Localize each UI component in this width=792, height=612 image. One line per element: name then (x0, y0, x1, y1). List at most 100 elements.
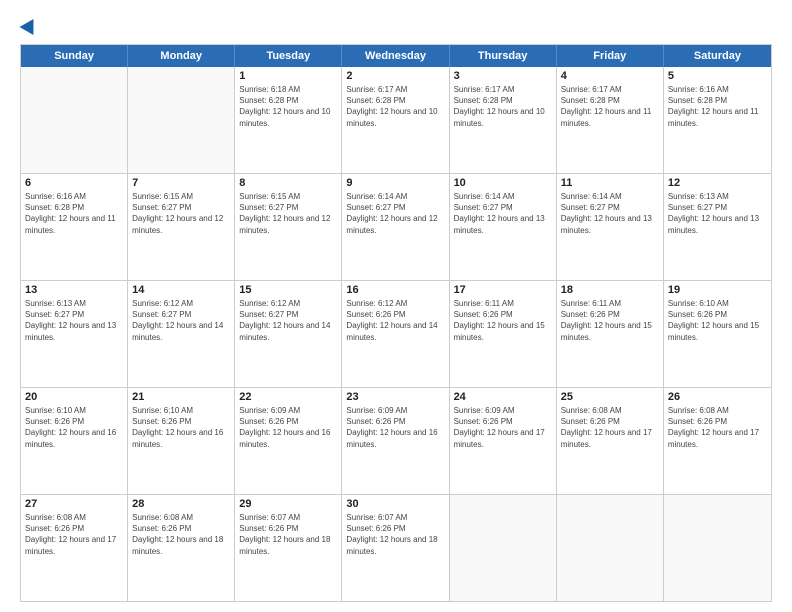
day-number: 2 (346, 70, 444, 82)
day-info: Sunrise: 6:07 AM Sunset: 6:26 PM Dayligh… (346, 512, 444, 557)
day-cell-4: 4Sunrise: 6:17 AM Sunset: 6:28 PM Daylig… (557, 67, 664, 173)
day-number: 13 (25, 284, 123, 296)
day-cell-13: 13 Sunrise: 6:13 AM Sunset: 6:27 PM Dayli… (21, 281, 128, 387)
day-info: Sunrise: 6:08 AM Sunset: 6:26 PM Dayligh… (132, 512, 230, 557)
day-cell-5: 5Sunrise: 6:16 AM Sunset: 6:28 PM Daylig… (664, 67, 771, 173)
day-cell-23: 23Sunrise: 6:09 AM Sunset: 6:26 PM Dayli… (342, 388, 449, 494)
day-number: 3 (454, 70, 552, 82)
day-info: Sunrise: 6:09 AM Sunset: 6:26 PM Dayligh… (454, 405, 552, 450)
day-cell-26: 26 Sunrise: 6:08 AM Sunset: 6:26 PM Dayli… (664, 388, 771, 494)
day-cell-16: 16 Sunrise: 6:12 AM Sunset: 6:26 PM Dayli… (342, 281, 449, 387)
weekday-header-monday: Monday (128, 45, 235, 67)
day-cell-9: 9 Sunrise: 6:14 AM Sunset: 6:27 PM Daylig… (342, 174, 449, 280)
calendar-row-4: 20 Sunrise: 6:10 AM Sunset: 6:26 PM Dayli… (21, 387, 771, 494)
day-number: 11 (561, 177, 659, 189)
day-number: 12 (668, 177, 767, 189)
day-number: 21 (132, 391, 230, 403)
day-number: 23 (346, 391, 444, 403)
day-info: Sunrise: 6:13 AM Sunset: 6:27 PM Dayligh… (25, 298, 123, 343)
day-info: Sunrise: 6:11 AM Sunset: 6:26 PM Dayligh… (454, 298, 552, 343)
day-number: 6 (25, 177, 123, 189)
day-number: 20 (25, 391, 123, 403)
day-cell-8: 8 Sunrise: 6:15 AM Sunset: 6:27 PM Daylig… (235, 174, 342, 280)
day-info: Sunrise: 6:16 AM Sunset: 6:28 PM Dayligh… (25, 191, 123, 236)
day-info: Sunrise: 6:12 AM Sunset: 6:27 PM Dayligh… (239, 298, 337, 343)
weekday-header-friday: Friday (557, 45, 664, 67)
day-cell-22: 22 Sunrise: 6:09 AM Sunset: 6:26 PM Dayli… (235, 388, 342, 494)
day-cell-30: 30 Sunrise: 6:07 AM Sunset: 6:26 PM Dayli… (342, 495, 449, 601)
day-info: Sunrise: 6:15 AM Sunset: 6:27 PM Dayligh… (132, 191, 230, 236)
day-cell-2: 2 Sunrise: 6:17 AM Sunset: 6:28 PM Daylig… (342, 67, 449, 173)
day-cell-15: 15 Sunrise: 6:12 AM Sunset: 6:27 PM Dayli… (235, 281, 342, 387)
empty-cell (128, 67, 235, 173)
day-cell-1: 1 Sunrise: 6:18 AM Sunset: 6:28 PM Daylig… (235, 67, 342, 173)
day-number: 29 (239, 498, 337, 510)
day-cell-19: 19Sunrise: 6:10 AM Sunset: 6:26 PM Dayli… (664, 281, 771, 387)
day-number: 17 (454, 284, 552, 296)
day-info: Sunrise: 6:16 AM Sunset: 6:28 PM Dayligh… (668, 84, 767, 129)
empty-cell (450, 495, 557, 601)
day-number: 22 (239, 391, 337, 403)
day-number: 1 (239, 70, 337, 82)
day-number: 24 (454, 391, 552, 403)
empty-cell (664, 495, 771, 601)
day-number: 30 (346, 498, 444, 510)
weekday-header-wednesday: Wednesday (342, 45, 449, 67)
calendar-header: SundayMondayTuesdayWednesdayThursdayFrid… (21, 45, 771, 67)
day-cell-7: 7Sunrise: 6:15 AM Sunset: 6:27 PM Daylig… (128, 174, 235, 280)
day-info: Sunrise: 6:14 AM Sunset: 6:27 PM Dayligh… (561, 191, 659, 236)
day-info: Sunrise: 6:10 AM Sunset: 6:26 PM Dayligh… (668, 298, 767, 343)
day-number: 10 (454, 177, 552, 189)
logo-triangle-icon (20, 15, 41, 35)
day-cell-27: 27 Sunrise: 6:08 AM Sunset: 6:26 PM Dayli… (21, 495, 128, 601)
day-info: Sunrise: 6:08 AM Sunset: 6:26 PM Dayligh… (25, 512, 123, 557)
day-number: 26 (668, 391, 767, 403)
weekday-header-saturday: Saturday (664, 45, 771, 67)
day-number: 4 (561, 70, 659, 82)
day-number: 16 (346, 284, 444, 296)
day-info: Sunrise: 6:08 AM Sunset: 6:26 PM Dayligh… (561, 405, 659, 450)
day-number: 18 (561, 284, 659, 296)
day-cell-18: 18 Sunrise: 6:11 AM Sunset: 6:26 PM Dayli… (557, 281, 664, 387)
day-number: 8 (239, 177, 337, 189)
header (20, 18, 772, 34)
weekday-header-sunday: Sunday (21, 45, 128, 67)
day-cell-3: 3 Sunrise: 6:17 AM Sunset: 6:28 PM Daylig… (450, 67, 557, 173)
day-number: 27 (25, 498, 123, 510)
day-info: Sunrise: 6:14 AM Sunset: 6:27 PM Dayligh… (346, 191, 444, 236)
weekday-header-thursday: Thursday (450, 45, 557, 67)
day-cell-11: 11 Sunrise: 6:14 AM Sunset: 6:27 PM Dayli… (557, 174, 664, 280)
day-info: Sunrise: 6:08 AM Sunset: 6:26 PM Dayligh… (668, 405, 767, 450)
day-info: Sunrise: 6:11 AM Sunset: 6:26 PM Dayligh… (561, 298, 659, 343)
day-info: Sunrise: 6:17 AM Sunset: 6:28 PM Dayligh… (346, 84, 444, 129)
day-number: 28 (132, 498, 230, 510)
day-number: 14 (132, 284, 230, 296)
day-cell-20: 20 Sunrise: 6:10 AM Sunset: 6:26 PM Dayli… (21, 388, 128, 494)
day-info: Sunrise: 6:12 AM Sunset: 6:27 PM Dayligh… (132, 298, 230, 343)
day-info: Sunrise: 6:12 AM Sunset: 6:26 PM Dayligh… (346, 298, 444, 343)
day-cell-29: 29 Sunrise: 6:07 AM Sunset: 6:26 PM Dayli… (235, 495, 342, 601)
day-info: Sunrise: 6:07 AM Sunset: 6:26 PM Dayligh… (239, 512, 337, 557)
day-info: Sunrise: 6:17 AM Sunset: 6:28 PM Dayligh… (454, 84, 552, 129)
day-info: Sunrise: 6:13 AM Sunset: 6:27 PM Dayligh… (668, 191, 767, 236)
day-info: Sunrise: 6:09 AM Sunset: 6:26 PM Dayligh… (239, 405, 337, 450)
day-cell-10: 10Sunrise: 6:14 AM Sunset: 6:27 PM Dayli… (450, 174, 557, 280)
day-info: Sunrise: 6:15 AM Sunset: 6:27 PM Dayligh… (239, 191, 337, 236)
calendar-row-5: 27 Sunrise: 6:08 AM Sunset: 6:26 PM Dayli… (21, 494, 771, 601)
day-cell-21: 21Sunrise: 6:10 AM Sunset: 6:26 PM Dayli… (128, 388, 235, 494)
day-info: Sunrise: 6:10 AM Sunset: 6:26 PM Dayligh… (25, 405, 123, 450)
day-cell-14: 14 Sunrise: 6:12 AM Sunset: 6:27 PM Dayli… (128, 281, 235, 387)
day-cell-12: 12 Sunrise: 6:13 AM Sunset: 6:27 PM Dayli… (664, 174, 771, 280)
day-cell-28: 28 Sunrise: 6:08 AM Sunset: 6:26 PM Dayli… (128, 495, 235, 601)
page: SundayMondayTuesdayWednesdayThursdayFrid… (0, 0, 792, 612)
day-number: 15 (239, 284, 337, 296)
day-number: 25 (561, 391, 659, 403)
calendar-row-1: 1 Sunrise: 6:18 AM Sunset: 6:28 PM Daylig… (21, 67, 771, 173)
calendar-row-2: 6 Sunrise: 6:16 AM Sunset: 6:28 PM Daylig… (21, 173, 771, 280)
day-info: Sunrise: 6:18 AM Sunset: 6:28 PM Dayligh… (239, 84, 337, 129)
calendar-body: 1 Sunrise: 6:18 AM Sunset: 6:28 PM Daylig… (21, 67, 771, 601)
day-cell-24: 24 Sunrise: 6:09 AM Sunset: 6:26 PM Dayli… (450, 388, 557, 494)
day-cell-25: 25 Sunrise: 6:08 AM Sunset: 6:26 PM Dayli… (557, 388, 664, 494)
weekday-header-tuesday: Tuesday (235, 45, 342, 67)
day-number: 9 (346, 177, 444, 189)
